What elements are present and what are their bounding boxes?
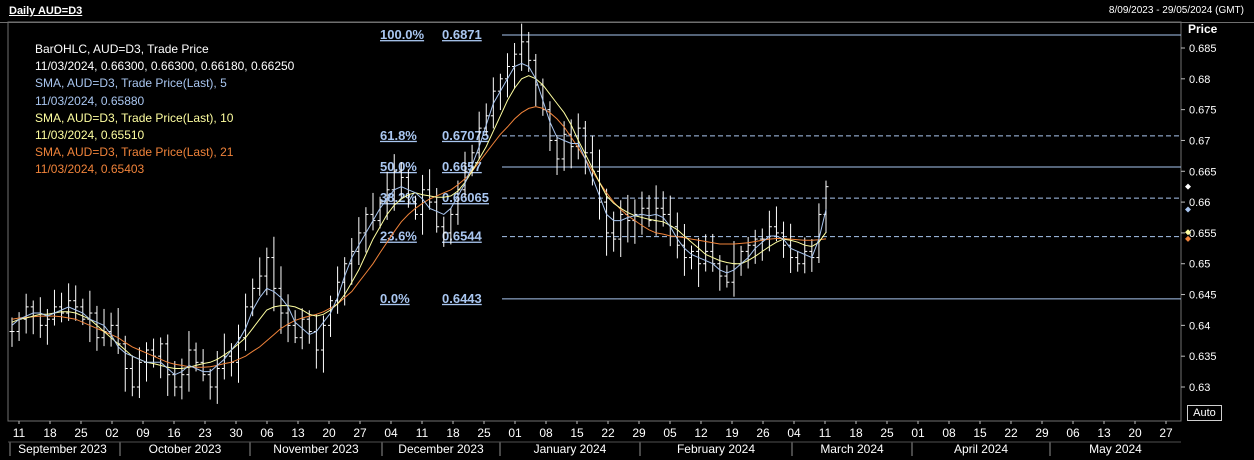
legend-line-sma10-value: 11/03/2024, 0.65510: [35, 128, 145, 143]
x-day-label: 01: [911, 426, 925, 440]
y-tick-label: 0.66: [1189, 197, 1210, 209]
x-day-label: 01: [508, 426, 522, 440]
x-day-label: 13: [291, 426, 305, 440]
x-day-label: 27: [353, 426, 367, 440]
x-day-label: 20: [1128, 426, 1142, 440]
x-day-label: 06: [1066, 426, 1080, 440]
fib-value-label: 0.6443: [442, 291, 482, 306]
x-day-label: 18: [849, 426, 863, 440]
x-day-label: 11: [819, 426, 832, 440]
x-month-label: November 2023: [273, 442, 359, 456]
x-day-label: 29: [632, 426, 646, 440]
x-month-label: February 2024: [677, 442, 755, 456]
x-day-label: 05: [663, 426, 677, 440]
y-tick-label: 0.675: [1189, 105, 1217, 117]
x-month-label: January 2024: [534, 442, 607, 456]
x-day-label: 11: [416, 426, 429, 440]
x-day-label: 15: [570, 426, 584, 440]
x-day-label: 11: [13, 426, 26, 440]
y-tick-label: 0.67: [1189, 135, 1210, 147]
x-day-label: 19: [725, 426, 739, 440]
x-day-label: 30: [229, 426, 243, 440]
legend-line-sma5: SMA, AUD=D3, Trade Price(Last), 5: [35, 76, 227, 91]
x-day-label: 04: [384, 426, 398, 440]
fib-pct-label: 50.0%: [380, 159, 417, 174]
y-tick-label: 0.635: [1189, 351, 1217, 363]
fib-pct-label: 61.8%: [380, 128, 417, 143]
x-day-label: 02: [105, 426, 119, 440]
x-day-label: 04: [787, 426, 801, 440]
legend-line-sma21-value: 11/03/2024, 0.65403: [35, 162, 145, 177]
x-day-label: 25: [477, 426, 491, 440]
x-day-label: 09: [136, 426, 150, 440]
y-tick-label: 0.665: [1189, 166, 1217, 178]
x-month-label: May 2024: [1089, 442, 1142, 456]
x-day-label: 23: [198, 426, 212, 440]
y-tick-label: 0.645: [1189, 290, 1217, 302]
y-tick-label: 0.65: [1189, 259, 1210, 271]
chart-legend: BarOHLC, AUD=D3, Trade Price 11/03/2024,…: [35, 41, 294, 179]
fib-pct-label: 100.0%: [380, 27, 425, 42]
x-day-label: 22: [601, 426, 615, 440]
x-day-label: 08: [539, 426, 553, 440]
x-day-label: 06: [260, 426, 274, 440]
fib-pct-label: 38.2%: [380, 190, 417, 205]
x-month-label: April 2024: [954, 442, 1008, 456]
legend-line-bars: BarOHLC, AUD=D3, Trade Price: [35, 42, 209, 56]
x-day-label: 12: [694, 426, 708, 440]
x-day-label: 27: [1159, 426, 1173, 440]
x-day-label: 15: [973, 426, 987, 440]
x-day-label: 18: [43, 426, 57, 440]
x-day-label: 25: [880, 426, 894, 440]
legend-line-bars-values: 11/03/2024, 0.66300, 0.66300, 0.66180, 0…: [35, 59, 295, 74]
x-day-label: 26: [756, 426, 770, 440]
x-day-label: 13: [1097, 426, 1111, 440]
x-day-label: 20: [322, 426, 336, 440]
fib-pct-label: 23.6%: [380, 229, 417, 244]
y-tick-label: 0.685: [1189, 43, 1217, 55]
y-tick-label: 0.64: [1189, 320, 1210, 332]
x-day-label: 29: [1035, 426, 1049, 440]
x-day-label: 18: [446, 426, 460, 440]
price-axis-label: Price: [1188, 22, 1218, 36]
fib-value-label: 0.6871: [442, 27, 482, 42]
x-day-label: 08: [942, 426, 956, 440]
x-day-label: 22: [1004, 426, 1018, 440]
legend-line-sma21: SMA, AUD=D3, Trade Price(Last), 21: [35, 145, 234, 160]
last-close-marker: [1185, 183, 1191, 190]
x-month-label: September 2023: [18, 442, 107, 456]
x-month-label: October 2023: [149, 442, 222, 456]
x-month-label: December 2023: [398, 442, 484, 456]
legend-line-sma10: SMA, AUD=D3, Trade Price(Last), 10: [35, 110, 234, 125]
x-month-label: March 2024: [820, 442, 884, 456]
fib-pct-label: 0.0%: [380, 291, 410, 306]
auto-scale-button[interactable]: Auto: [1187, 405, 1222, 421]
x-day-label: 25: [74, 426, 88, 440]
y-tick-label: 0.63: [1189, 382, 1210, 394]
y-tick-label: 0.655: [1189, 228, 1217, 240]
x-day-label: 16: [167, 426, 181, 440]
fib-value-label: 0.6544: [442, 229, 483, 244]
y-tick-label: 0.68: [1189, 74, 1210, 86]
legend-line-sma5-value: 11/03/2024, 0.65880: [35, 93, 145, 108]
fib-value-label: 0.67075: [442, 128, 489, 143]
